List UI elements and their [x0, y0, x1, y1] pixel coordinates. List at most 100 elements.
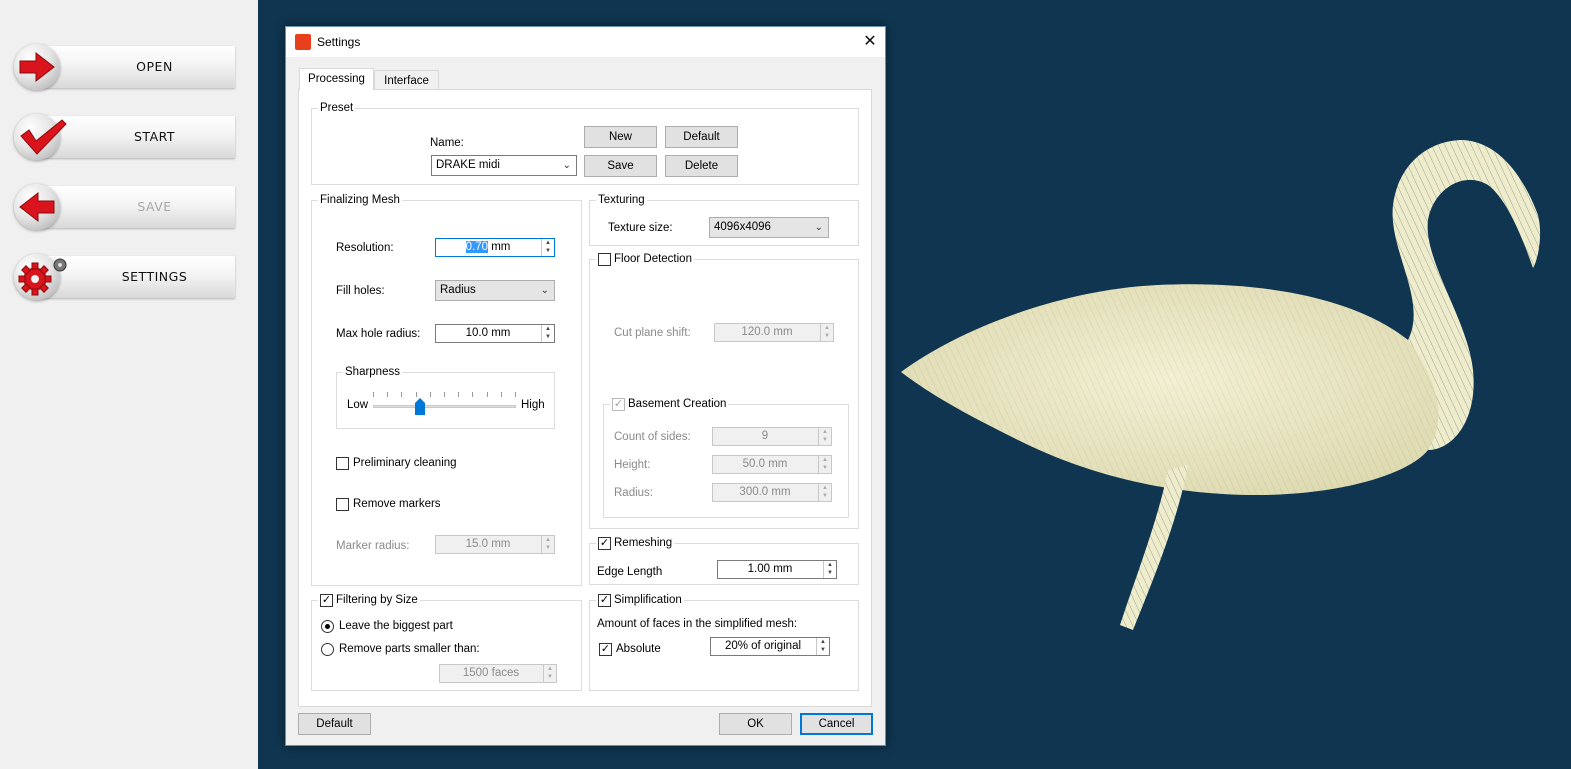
sharpness-low-label: Low [347, 399, 369, 411]
sharpness-slider-thumb[interactable] [415, 398, 426, 415]
preset-save-button[interactable]: Save [584, 155, 657, 177]
open-button[interactable]: OPEN [14, 44, 235, 90]
remeshing-title: Remeshing [614, 537, 673, 549]
max-hole-radius-value: 10.0 mm [465, 327, 511, 339]
preset-delete-button[interactable]: Delete [665, 155, 738, 177]
simplification-value: 20% of original [724, 640, 802, 652]
save-label: SAVE [137, 199, 172, 214]
radius-value: 300.0 mm [739, 486, 791, 498]
checkmark-icon [14, 114, 67, 160]
cut-plane-shift-value: 120.0 mm [741, 326, 793, 338]
sharpness-group: Sharpness Low High [336, 365, 555, 429]
start-label: START [133, 129, 176, 144]
slider-tick [500, 392, 502, 397]
cancel-button[interactable]: Cancel [800, 713, 873, 735]
preset-name-label: Name: [430, 137, 464, 149]
floor-detection-checkbox[interactable] [598, 252, 611, 266]
resolution-unit: mm [488, 241, 511, 253]
slider-tick [458, 392, 460, 397]
spin-arrows-icon[interactable]: ▲ ▼ [541, 325, 554, 342]
finalizing-mesh-title: Finalizing Mesh [318, 193, 402, 207]
settings-button[interactable]: SETTINGS [14, 254, 235, 300]
radius-label: Radius: [614, 487, 653, 499]
filtering-by-size-checkbox[interactable]: ✓ [320, 593, 333, 607]
spin-arrows-icon[interactable]: ▲ ▼ [818, 428, 831, 445]
resolution-selected-text: 0.70 [465, 241, 489, 253]
processing-tab-panel: Preset Name: DRAKE midi ⌄ New Default Sa… [298, 89, 872, 707]
spin-arrows-icon[interactable]: ▲ ▼ [541, 239, 554, 256]
remove-smaller-radio[interactable] [321, 643, 334, 656]
remeshing-group: ✓ Remeshing Edge Length 1.00 mm ▲ ▼ [589, 536, 859, 585]
texturing-group: Texturing Texture size: 4096x4096 ⌄ [589, 193, 859, 246]
spin-arrows-icon[interactable]: ▲ ▼ [818, 456, 831, 473]
height-value: 50.0 mm [742, 458, 788, 470]
spin-arrows-icon[interactable]: ▲ ▼ [541, 536, 554, 553]
slider-tick [515, 392, 516, 397]
sharpness-slider-track[interactable] [373, 405, 516, 408]
max-hole-radius-input[interactable]: 10.0 mm ▲ ▼ [435, 324, 555, 343]
save-button[interactable]: SAVE [14, 184, 235, 230]
footer-default-button[interactable]: Default [298, 713, 371, 735]
absolute-label: Absolute [616, 643, 661, 655]
resolution-input[interactable]: 0.70 mm ▲ ▼ [435, 238, 555, 257]
spin-arrows-icon[interactable]: ▲ ▼ [818, 484, 831, 501]
spin-arrows-icon[interactable]: ▲ ▼ [820, 324, 833, 341]
height-label: Height: [614, 459, 651, 471]
tab-interface[interactable]: Interface [374, 70, 439, 91]
slider-tick [472, 392, 474, 397]
filtering-by-size-title: Filtering by Size [336, 594, 418, 606]
cut-plane-shift-input[interactable]: 120.0 mm ▲ ▼ [714, 323, 834, 342]
floor-detection-title: Floor Detection [614, 253, 692, 265]
leave-biggest-label: Leave the biggest part [339, 620, 453, 632]
spin-arrows-icon[interactable]: ▲ ▼ [823, 561, 836, 578]
settings-label: SETTINGS [121, 269, 188, 284]
simplification-title: Simplification [614, 594, 682, 606]
spin-arrows-icon[interactable]: ▲ ▼ [816, 638, 829, 655]
remove-markers-checkbox[interactable] [336, 498, 349, 511]
start-button[interactable]: START [14, 114, 235, 160]
basement-creation-header: ✓ Basement Creation [610, 397, 729, 411]
app-logo-icon [295, 34, 311, 50]
radius-input[interactable]: 300.0 mm ▲ ▼ [712, 483, 832, 502]
fill-holes-select[interactable]: Radius ⌄ [435, 280, 555, 301]
preliminary-cleaning-checkbox[interactable] [336, 457, 349, 470]
gear-icon [14, 254, 67, 300]
remeshing-checkbox[interactable]: ✓ [598, 536, 611, 550]
spin-arrows-icon[interactable]: ▲ ▼ [543, 665, 556, 682]
faces-threshold-input[interactable]: 1500 faces ▲ ▼ [439, 664, 557, 683]
count-of-sides-input[interactable]: 9 ▲ ▼ [712, 427, 832, 446]
preset-name-select[interactable]: DRAKE midi ⌄ [431, 155, 577, 176]
preset-default-button[interactable]: Default [665, 126, 738, 148]
ok-button[interactable]: OK [719, 713, 792, 735]
basement-creation-checkbox[interactable]: ✓ [612, 397, 625, 411]
open-label: OPEN [136, 59, 173, 74]
floor-detection-header: Floor Detection [596, 252, 694, 266]
slider-tick [401, 392, 403, 397]
edge-length-input[interactable]: 1.00 mm ▲ ▼ [717, 560, 837, 579]
slider-tick [486, 392, 488, 397]
fill-holes-value: Radius [440, 284, 476, 296]
preliminary-cleaning-label: Preliminary cleaning [353, 457, 457, 469]
count-of-sides-value: 9 [761, 430, 769, 442]
absolute-checkbox[interactable]: ✓ [599, 643, 612, 656]
leave-biggest-radio[interactable] [321, 620, 334, 633]
simplification-value-input[interactable]: 20% of original ▲ ▼ [710, 637, 830, 656]
basement-creation-title: Basement Creation [628, 398, 727, 410]
marker-radius-input[interactable]: 15.0 mm ▲ ▼ [435, 535, 555, 554]
sharpness-title: Sharpness [343, 365, 402, 379]
chevron-down-icon: ⌄ [540, 285, 549, 296]
faces-amount-label: Amount of faces in the simplified mesh: [597, 618, 798, 630]
slider-tick [429, 392, 431, 397]
close-button[interactable]: ✕ [855, 27, 885, 57]
tab-processing[interactable]: Processing [299, 68, 374, 90]
preset-title: Preset [318, 101, 356, 115]
height-input[interactable]: 50.0 mm ▲ ▼ [712, 455, 832, 474]
texture-size-select[interactable]: 4096x4096 ⌄ [709, 217, 829, 238]
remeshing-header: ✓ Remeshing [596, 536, 675, 550]
dialog-titlebar[interactable]: Settings ✕ [286, 27, 885, 57]
remove-markers-label: Remove markers [353, 498, 441, 510]
finalizing-mesh-group: Finalizing Mesh Resolution: 0.70 mm ▲ ▼ F… [311, 193, 582, 586]
marker-radius-value: 15.0 mm [465, 538, 511, 550]
preset-new-button[interactable]: New [584, 126, 657, 148]
simplification-checkbox[interactable]: ✓ [598, 593, 611, 607]
